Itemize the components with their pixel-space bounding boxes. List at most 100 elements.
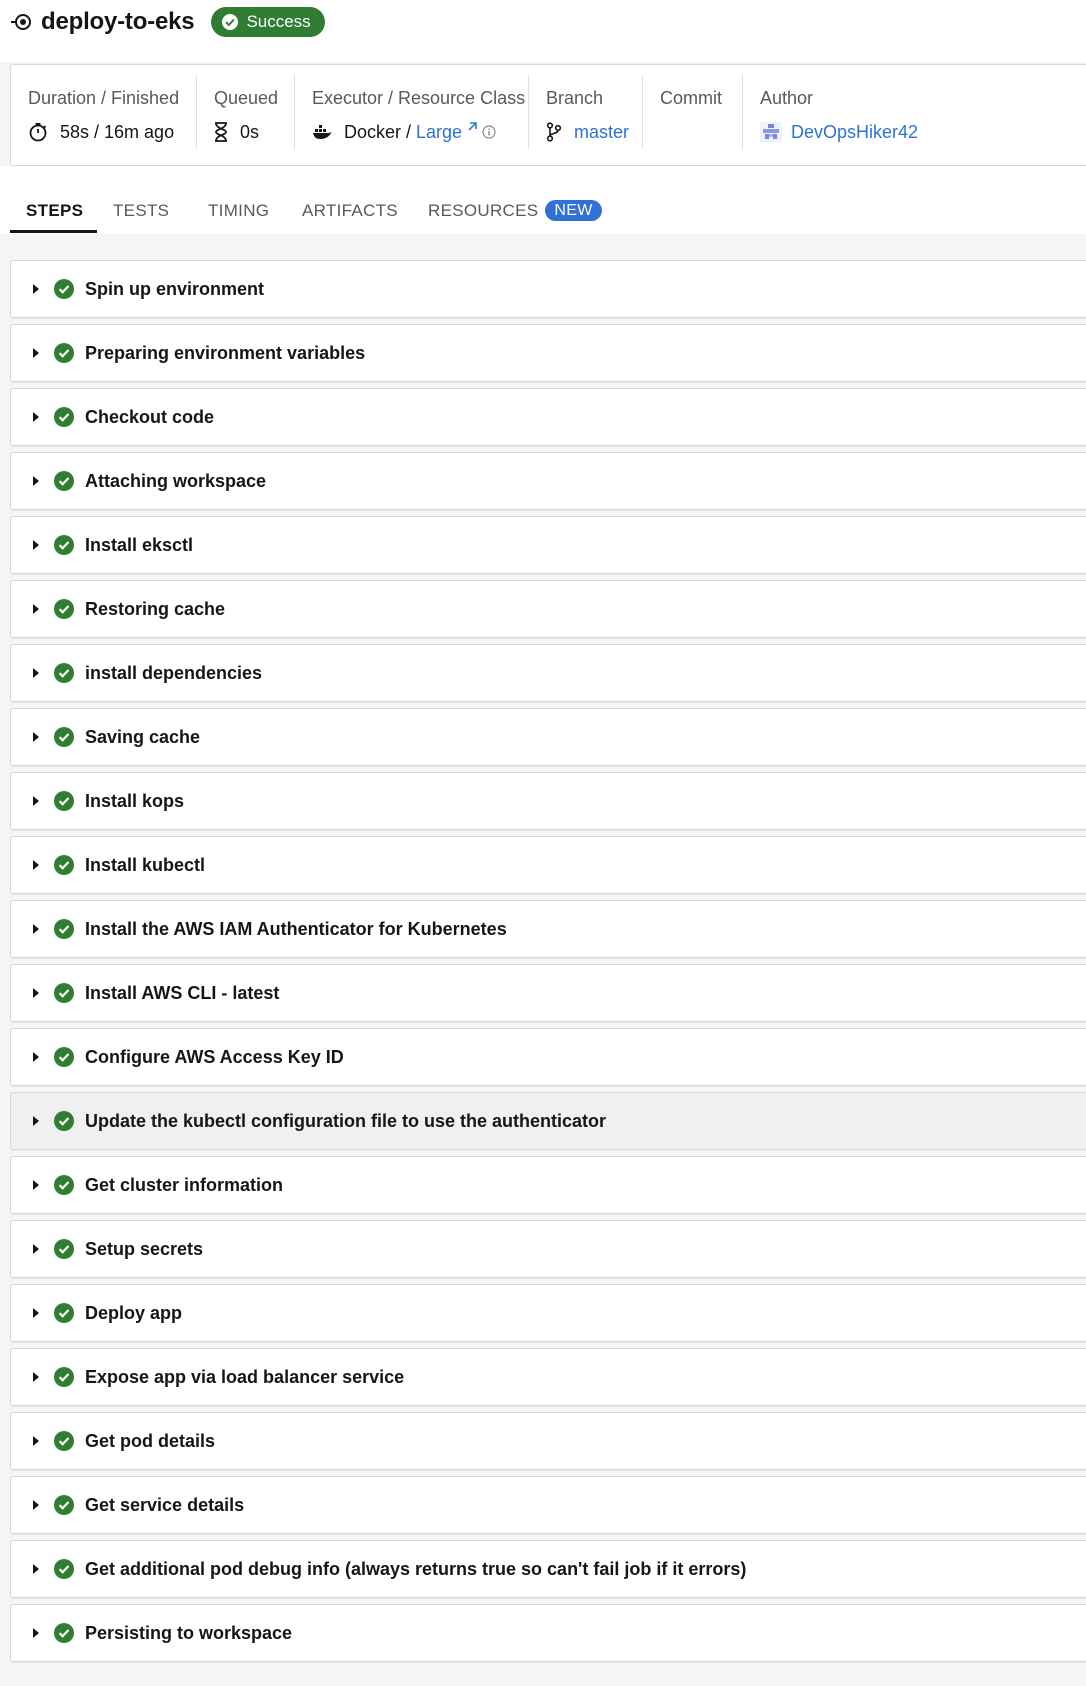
step-row[interactable]: Install the AWS IAM Authenticator for Ku… — [10, 900, 1086, 958]
step-label: Preparing environment variables — [85, 343, 366, 363]
step-label: Expose app via load balancer service — [85, 1367, 405, 1387]
check-circle-icon — [54, 791, 74, 811]
step-label: Deploy app — [85, 1303, 183, 1323]
check-circle-icon — [54, 1431, 74, 1451]
check-circle-icon — [54, 599, 74, 619]
caret-right-icon[interactable] — [33, 732, 39, 742]
caret-right-icon[interactable] — [33, 1180, 39, 1190]
step-row[interactable]: Install AWS CLI - latest — [10, 964, 1086, 1022]
step-label: Setup secrets — [85, 1239, 204, 1259]
step-label: Configure AWS Access Key ID — [85, 1047, 344, 1067]
step-label: Checkout code — [85, 407, 215, 427]
step-row[interactable]: Spin up environment — [10, 260, 1086, 318]
step-row[interactable]: Setup secrets — [10, 1220, 1086, 1278]
caret-right-icon[interactable] — [33, 796, 39, 806]
step-row[interactable]: Persisting to workspace — [10, 1604, 1086, 1662]
caret-right-icon[interactable] — [33, 1436, 39, 1446]
job-tabs: STEPS TESTS TIMING ARTIFACTS RESOURCES NE… — [0, 166, 1086, 234]
caret-right-icon[interactable] — [33, 1052, 39, 1062]
meta-label: Duration / Finished — [28, 88, 180, 108]
info-icon[interactable] — [482, 125, 496, 139]
check-circle-icon — [54, 1495, 74, 1515]
caret-right-icon[interactable] — [33, 988, 39, 998]
caret-right-icon[interactable] — [33, 1372, 39, 1382]
active-tab-indicator — [10, 230, 97, 233]
caret-right-icon[interactable] — [33, 412, 39, 422]
step-label: Get pod details — [85, 1431, 216, 1451]
meta-executor: Executor / Resource Class Docker / Large — [295, 75, 529, 149]
meta-label: Author — [760, 88, 814, 108]
caret-right-icon[interactable] — [33, 604, 39, 614]
step-row[interactable]: Configure AWS Access Key ID — [10, 1028, 1086, 1086]
check-circle-icon — [54, 279, 74, 299]
step-row[interactable]: Restoring cache — [10, 580, 1086, 638]
author-link[interactable]: DevOpsHiker42 — [791, 119, 918, 145]
commit-value[interactable] — [660, 119, 742, 145]
caret-right-icon[interactable] — [33, 476, 39, 486]
caret-right-icon[interactable] — [33, 1308, 39, 1318]
step-label: Install eksctl — [85, 535, 194, 555]
check-circle-icon — [54, 471, 74, 491]
step-label: Restoring cache — [85, 599, 226, 619]
status-text: Success — [246, 12, 311, 31]
job-metadata-card: Duration / Finished 58s / 16m ago Queued… — [10, 64, 1086, 166]
step-label: Install AWS CLI - latest — [85, 983, 280, 1003]
meta-branch: Branch master — [529, 75, 643, 149]
executor-name: Docker — [344, 122, 402, 142]
docker-icon — [312, 124, 332, 140]
caret-right-icon[interactable] — [33, 1564, 39, 1574]
tab-resources[interactable]: RESOURCES NEW — [428, 196, 602, 226]
external-link-icon[interactable] — [466, 121, 478, 133]
job-workflow-icon — [10, 11, 32, 33]
check-circle-icon — [54, 343, 74, 363]
step-row[interactable]: Install eksctl — [10, 516, 1086, 574]
caret-right-icon[interactable] — [33, 1116, 39, 1126]
step-row[interactable]: Install kops — [10, 772, 1086, 830]
caret-right-icon[interactable] — [33, 860, 39, 870]
step-row[interactable]: install dependencies — [10, 644, 1086, 702]
step-row[interactable]: Expose app via load balancer service — [10, 1348, 1086, 1406]
check-circle-icon — [221, 13, 239, 31]
tab-timing[interactable]: TIMING — [208, 196, 269, 226]
caret-right-icon[interactable] — [33, 1244, 39, 1254]
branch-link[interactable]: master — [574, 119, 629, 145]
step-row[interactable]: Get pod details — [10, 1412, 1086, 1470]
step-row[interactable]: Attaching workspace — [10, 452, 1086, 510]
tab-tests[interactable]: TESTS — [113, 196, 169, 226]
step-row[interactable]: Get service details — [10, 1476, 1086, 1534]
step-row[interactable]: Update the kubectl configuration file to… — [10, 1092, 1086, 1150]
step-label: Persisting to workspace — [85, 1623, 293, 1643]
step-label: Install kubectl — [85, 855, 206, 875]
queued-value: 0s — [240, 122, 260, 142]
step-row[interactable]: Preparing environment variables — [10, 324, 1086, 382]
caret-right-icon[interactable] — [33, 284, 39, 294]
check-circle-icon — [54, 535, 74, 555]
caret-right-icon[interactable] — [33, 348, 39, 358]
check-circle-icon — [54, 855, 74, 875]
tab-artifacts[interactable]: ARTIFACTS — [302, 196, 398, 226]
check-circle-icon — [54, 1623, 74, 1643]
step-row[interactable]: Install kubectl — [10, 836, 1086, 894]
meta-value-row: master — [546, 119, 642, 145]
caret-right-icon[interactable] — [33, 1628, 39, 1638]
tab-steps[interactable]: STEPS — [26, 196, 83, 226]
meta-queued: Queued 0s — [197, 75, 295, 149]
resource-class-link[interactable]: Large — [416, 119, 462, 145]
step-row[interactable]: Saving cache — [10, 708, 1086, 766]
step-row[interactable]: Checkout code — [10, 388, 1086, 446]
step-row[interactable]: Get cluster information — [10, 1156, 1086, 1214]
caret-right-icon[interactable] — [33, 668, 39, 678]
step-label: Install kops — [85, 791, 185, 811]
caret-right-icon[interactable] — [33, 540, 39, 550]
meta-value-row: 0s — [214, 119, 294, 145]
check-circle-icon — [54, 1239, 74, 1259]
caret-right-icon[interactable] — [33, 924, 39, 934]
meta-label: Executor / Resource Class — [312, 88, 526, 108]
step-row[interactable]: Deploy app — [10, 1284, 1086, 1342]
check-circle-icon — [54, 663, 74, 683]
check-circle-icon — [54, 1559, 74, 1579]
tab-resources-label: RESOURCES — [428, 201, 539, 220]
check-circle-icon — [54, 407, 74, 427]
step-row[interactable]: Get additional pod debug info (always re… — [10, 1540, 1086, 1598]
caret-right-icon[interactable] — [33, 1500, 39, 1510]
